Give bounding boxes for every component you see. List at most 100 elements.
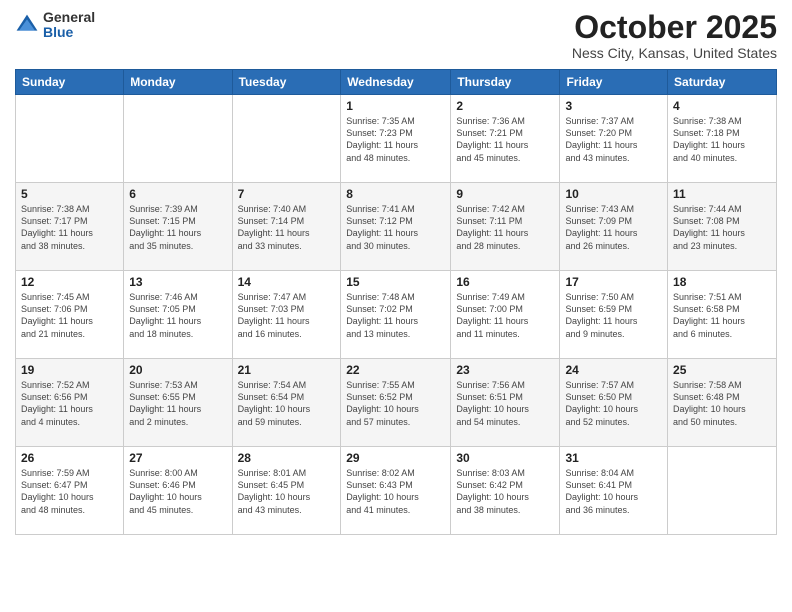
- calendar-cell: 29Sunrise: 8:02 AM Sunset: 6:43 PM Dayli…: [341, 447, 451, 535]
- calendar-cell: 11 Sunrise: 7:44 AM Sunset: 7:08 PM Dayli…: [668, 183, 777, 271]
- calendar-cell: 6Sunrise: 7:39 AM Sunset: 7:15 PM Daylig…: [124, 183, 232, 271]
- calendar-cell: 28 Sunrise: 8:01 AM Sunset: 6:45 PM Dayli…: [232, 447, 341, 535]
- calendar-table: SundayMondayTuesdayWednesdayThursdayFrid…: [15, 69, 777, 535]
- day-info: Sunrise: 7:58 AM Sunset: 6:48 PM Dayligh…: [673, 379, 771, 428]
- logo-icon: [15, 13, 39, 37]
- day-number: 20: [129, 363, 226, 377]
- calendar-cell: 16Sunrise: 7:49 AM Sunset: 7:00 PM Dayli…: [451, 271, 560, 359]
- calendar-cell: 10 Sunrise: 7:43 AM Sunset: 7:09 PM Dayli…: [560, 183, 668, 271]
- day-number: 31: [565, 451, 662, 465]
- day-info: Sunrise: 7:55 AM Sunset: 6:52 PM Dayligh…: [346, 379, 445, 428]
- day-number: 17: [565, 275, 662, 289]
- calendar-cell: 12 Sunrise: 7:45 AM Sunset: 7:06 PM Dayli…: [16, 271, 124, 359]
- day-number: 23: [456, 363, 554, 377]
- page: General Blue October 2025 Ness City, Kan…: [0, 0, 792, 612]
- day-info: Sunrise: 7:57 AM Sunset: 6:50 PM Dayligh…: [565, 379, 662, 428]
- calendar-cell: 7 Sunrise: 7:40 AM Sunset: 7:14 PM Daylig…: [232, 183, 341, 271]
- day-number: 22: [346, 363, 445, 377]
- day-info: Sunrise: 8:02 AM Sunset: 6:43 PM Dayligh…: [346, 467, 445, 516]
- day-info: Sunrise: 7:49 AM Sunset: 7:00 PM Dayligh…: [456, 291, 554, 340]
- day-number: 15: [346, 275, 445, 289]
- calendar-cell: 25 Sunrise: 7:58 AM Sunset: 6:48 PM Dayli…: [668, 359, 777, 447]
- day-number: 2: [456, 99, 554, 113]
- day-info: Sunrise: 7:51 AM Sunset: 6:58 PM Dayligh…: [673, 291, 771, 340]
- title-block: October 2025 Ness City, Kansas, United S…: [572, 10, 777, 61]
- day-info: Sunrise: 7:52 AM Sunset: 6:56 PM Dayligh…: [21, 379, 118, 428]
- day-info: Sunrise: 7:53 AM Sunset: 6:55 PM Dayligh…: [129, 379, 226, 428]
- day-info: Sunrise: 7:54 AM Sunset: 6:54 PM Dayligh…: [238, 379, 336, 428]
- day-info: Sunrise: 8:04 AM Sunset: 6:41 PM Dayligh…: [565, 467, 662, 516]
- day-number: 10: [565, 187, 662, 201]
- logo-blue: Blue: [43, 25, 95, 40]
- logo-text: General Blue: [43, 10, 95, 41]
- day-info: Sunrise: 7:37 AM Sunset: 7:20 PM Dayligh…: [565, 115, 662, 164]
- weekday-header-thursday: Thursday: [451, 70, 560, 95]
- weekday-header-saturday: Saturday: [668, 70, 777, 95]
- day-number: 25: [673, 363, 771, 377]
- calendar-cell: 2 Sunrise: 7:36 AM Sunset: 7:21 PM Daylig…: [451, 95, 560, 183]
- calendar-cell: 24 Sunrise: 7:57 AM Sunset: 6:50 PM Dayli…: [560, 359, 668, 447]
- calendar-cell: 1 Sunrise: 7:35 AM Sunset: 7:23 PM Daylig…: [341, 95, 451, 183]
- day-number: 27: [129, 451, 226, 465]
- day-info: Sunrise: 7:43 AM Sunset: 7:09 PM Dayligh…: [565, 203, 662, 252]
- day-number: 8: [346, 187, 445, 201]
- calendar-cell: 21 Sunrise: 7:54 AM Sunset: 6:54 PM Dayli…: [232, 359, 341, 447]
- day-number: 21: [238, 363, 336, 377]
- calendar-cell: 4Sunrise: 7:38 AM Sunset: 7:18 PM Daylig…: [668, 95, 777, 183]
- day-info: Sunrise: 7:46 AM Sunset: 7:05 PM Dayligh…: [129, 291, 226, 340]
- day-info: Sunrise: 7:40 AM Sunset: 7:14 PM Dayligh…: [238, 203, 336, 252]
- day-number: 26: [21, 451, 118, 465]
- day-info: Sunrise: 7:56 AM Sunset: 6:51 PM Dayligh…: [456, 379, 554, 428]
- calendar-cell: [16, 95, 124, 183]
- day-info: Sunrise: 7:39 AM Sunset: 7:15 PM Dayligh…: [129, 203, 226, 252]
- weekday-header-sunday: Sunday: [16, 70, 124, 95]
- calendar-week-2: 5Sunrise: 7:38 AM Sunset: 7:17 PM Daylig…: [16, 183, 777, 271]
- day-info: Sunrise: 7:47 AM Sunset: 7:03 PM Dayligh…: [238, 291, 336, 340]
- day-number: 13: [129, 275, 226, 289]
- day-info: Sunrise: 7:38 AM Sunset: 7:18 PM Dayligh…: [673, 115, 771, 164]
- day-number: 1: [346, 99, 445, 113]
- weekday-header-wednesday: Wednesday: [341, 70, 451, 95]
- day-info: Sunrise: 8:03 AM Sunset: 6:42 PM Dayligh…: [456, 467, 554, 516]
- calendar-cell: 22 Sunrise: 7:55 AM Sunset: 6:52 PM Dayli…: [341, 359, 451, 447]
- day-number: 12: [21, 275, 118, 289]
- calendar-cell: 26 Sunrise: 7:59 AM Sunset: 6:47 PM Dayli…: [16, 447, 124, 535]
- day-number: 5: [21, 187, 118, 201]
- day-info: Sunrise: 7:59 AM Sunset: 6:47 PM Dayligh…: [21, 467, 118, 516]
- calendar-cell: [668, 447, 777, 535]
- day-number: 9: [456, 187, 554, 201]
- calendar-week-4: 19 Sunrise: 7:52 AM Sunset: 6:56 PM Dayli…: [16, 359, 777, 447]
- weekday-header-tuesday: Tuesday: [232, 70, 341, 95]
- logo-general: General: [43, 10, 95, 25]
- calendar-week-5: 26 Sunrise: 7:59 AM Sunset: 6:47 PM Dayli…: [16, 447, 777, 535]
- calendar-cell: 23 Sunrise: 7:56 AM Sunset: 6:51 PM Dayli…: [451, 359, 560, 447]
- day-info: Sunrise: 7:44 AM Sunset: 7:08 PM Dayligh…: [673, 203, 771, 252]
- day-number: 7: [238, 187, 336, 201]
- day-number: 3: [565, 99, 662, 113]
- calendar-cell: 20 Sunrise: 7:53 AM Sunset: 6:55 PM Dayli…: [124, 359, 232, 447]
- day-info: Sunrise: 7:48 AM Sunset: 7:02 PM Dayligh…: [346, 291, 445, 340]
- calendar-cell: 31 Sunrise: 8:04 AM Sunset: 6:41 PM Dayli…: [560, 447, 668, 535]
- calendar-cell: 9 Sunrise: 7:42 AM Sunset: 7:11 PM Daylig…: [451, 183, 560, 271]
- calendar-cell: 18Sunrise: 7:51 AM Sunset: 6:58 PM Dayli…: [668, 271, 777, 359]
- day-info: Sunrise: 7:41 AM Sunset: 7:12 PM Dayligh…: [346, 203, 445, 252]
- calendar-cell: 27 Sunrise: 8:00 AM Sunset: 6:46 PM Dayli…: [124, 447, 232, 535]
- weekday-header-monday: Monday: [124, 70, 232, 95]
- calendar-cell: [232, 95, 341, 183]
- day-number: 11: [673, 187, 771, 201]
- calendar-cell: 19 Sunrise: 7:52 AM Sunset: 6:56 PM Dayli…: [16, 359, 124, 447]
- day-number: 24: [565, 363, 662, 377]
- day-info: Sunrise: 7:45 AM Sunset: 7:06 PM Dayligh…: [21, 291, 118, 340]
- day-info: Sunrise: 8:00 AM Sunset: 6:46 PM Dayligh…: [129, 467, 226, 516]
- day-number: 28: [238, 451, 336, 465]
- day-info: Sunrise: 7:42 AM Sunset: 7:11 PM Dayligh…: [456, 203, 554, 252]
- calendar-cell: 14Sunrise: 7:47 AM Sunset: 7:03 PM Dayli…: [232, 271, 341, 359]
- day-info: Sunrise: 8:01 AM Sunset: 6:45 PM Dayligh…: [238, 467, 336, 516]
- calendar-cell: 13 Sunrise: 7:46 AM Sunset: 7:05 PM Dayli…: [124, 271, 232, 359]
- day-number: 19: [21, 363, 118, 377]
- day-number: 30: [456, 451, 554, 465]
- day-info: Sunrise: 7:35 AM Sunset: 7:23 PM Dayligh…: [346, 115, 445, 164]
- day-info: Sunrise: 7:36 AM Sunset: 7:21 PM Dayligh…: [456, 115, 554, 164]
- logo: General Blue: [15, 10, 95, 41]
- calendar-cell: 15 Sunrise: 7:48 AM Sunset: 7:02 PM Dayli…: [341, 271, 451, 359]
